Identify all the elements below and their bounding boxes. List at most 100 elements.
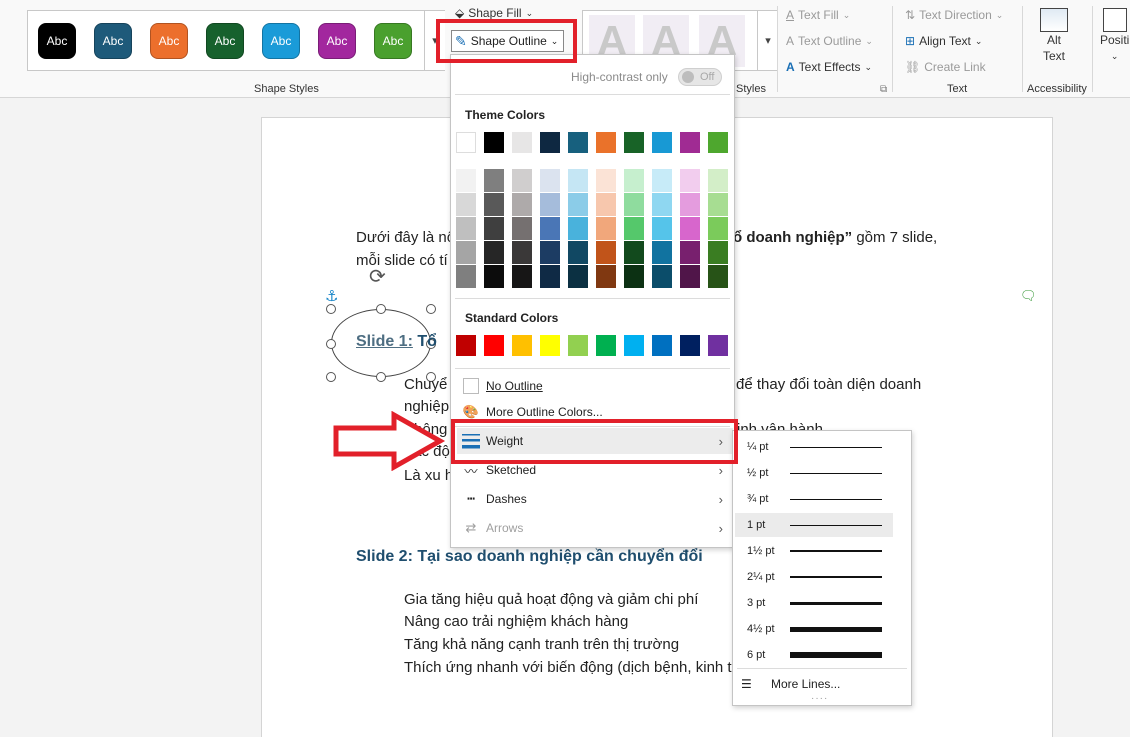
theme-color-swatch[interactable]	[484, 132, 504, 153]
theme-color-swatch[interactable]	[456, 132, 476, 153]
theme-shade-swatch[interactable]	[680, 169, 700, 192]
theme-shade-swatch[interactable]	[596, 265, 616, 288]
theme-shade-swatch[interactable]	[624, 241, 644, 264]
theme-shade-swatch[interactable]	[680, 241, 700, 264]
shape-style-green[interactable]: Abc	[206, 23, 244, 59]
theme-shade-swatch[interactable]	[568, 241, 588, 264]
theme-shade-swatch[interactable]	[512, 217, 532, 240]
theme-shade-swatch[interactable]	[568, 217, 588, 240]
theme-shade-swatch[interactable]	[484, 241, 504, 264]
theme-shade-swatch[interactable]	[456, 169, 476, 192]
theme-shade-swatch[interactable]	[624, 217, 644, 240]
theme-color-swatch[interactable]	[708, 132, 728, 153]
theme-shade-swatch[interactable]	[624, 193, 644, 216]
theme-shade-swatch[interactable]	[652, 193, 672, 216]
shape-fill-button[interactable]: ⬙ Shape Fill ⌄	[455, 6, 533, 20]
weight-option[interactable]: 2¼ pt	[735, 565, 893, 589]
shape-style-lime[interactable]: Abc	[374, 23, 412, 59]
standard-color-swatch[interactable]	[512, 335, 532, 356]
theme-shade-swatch[interactable]	[652, 265, 672, 288]
standard-color-swatch[interactable]	[484, 335, 504, 356]
standard-color-swatch[interactable]	[456, 335, 476, 356]
text-direction-button[interactable]: ⇅ Text Direction ⌄	[905, 8, 1003, 22]
theme-shade-swatch[interactable]	[680, 217, 700, 240]
position-button[interactable]: Positi ⌄	[1100, 8, 1129, 64]
theme-shade-swatch[interactable]	[540, 169, 560, 192]
theme-shade-swatch[interactable]	[540, 241, 560, 264]
resize-handle[interactable]	[426, 304, 436, 314]
theme-color-swatch[interactable]	[652, 132, 672, 153]
shape-style-blue[interactable]: Abc	[94, 23, 132, 59]
theme-shade-swatch[interactable]	[596, 193, 616, 216]
theme-shade-swatch[interactable]	[708, 193, 728, 216]
theme-shade-swatch[interactable]	[596, 241, 616, 264]
standard-color-swatch[interactable]	[624, 335, 644, 356]
theme-shade-swatch[interactable]	[484, 217, 504, 240]
align-text-button[interactable]: ⊞ Align Text ⌄	[905, 34, 982, 48]
resize-handle[interactable]	[376, 372, 386, 382]
theme-shade-swatch[interactable]	[624, 265, 644, 288]
weight-option[interactable]: ¼ pt	[735, 435, 893, 459]
weight-option[interactable]: 1½ pt	[735, 539, 893, 563]
resize-handle[interactable]	[326, 339, 336, 349]
theme-shade-swatch[interactable]	[512, 193, 532, 216]
theme-shade-swatch[interactable]	[568, 265, 588, 288]
text-effects-button[interactable]: A Text Effects ⌄	[786, 60, 872, 74]
comment-icon[interactable]: 🗨	[1020, 288, 1037, 304]
theme-color-swatch[interactable]	[596, 132, 616, 153]
theme-shade-swatch[interactable]	[708, 241, 728, 264]
theme-shade-swatch[interactable]	[512, 241, 532, 264]
theme-shade-swatch[interactable]	[596, 169, 616, 192]
high-contrast-toggle[interactable]: Off	[678, 68, 722, 86]
shape-style-light-blue[interactable]: Abc	[262, 23, 300, 59]
theme-shade-swatch[interactable]	[680, 193, 700, 216]
theme-shade-swatch[interactable]	[484, 193, 504, 216]
theme-shade-swatch[interactable]	[568, 193, 588, 216]
weight-option[interactable]: ½ pt	[735, 461, 893, 485]
theme-shade-swatch[interactable]	[708, 169, 728, 192]
theme-shade-swatch[interactable]	[456, 193, 476, 216]
theme-shade-swatch[interactable]	[540, 193, 560, 216]
shape-style-orange[interactable]: Abc	[150, 23, 188, 59]
dialog-launcher-icon[interactable]: ⧉	[880, 84, 887, 95]
more-lines-item[interactable]: ☰ More Lines...	[741, 674, 909, 694]
no-outline-item[interactable]: No Outline	[457, 373, 733, 399]
rotate-handle-icon[interactable]: ⟳	[369, 264, 386, 289]
standard-color-swatch[interactable]	[652, 335, 672, 356]
theme-shade-swatch[interactable]	[484, 169, 504, 192]
resize-handle[interactable]	[376, 304, 386, 314]
theme-shade-swatch[interactable]	[512, 169, 532, 192]
standard-color-swatch[interactable]	[708, 335, 728, 356]
theme-shade-swatch[interactable]	[708, 265, 728, 288]
resize-handle[interactable]	[326, 372, 336, 382]
theme-shade-swatch[interactable]	[484, 265, 504, 288]
theme-shade-swatch[interactable]	[652, 217, 672, 240]
dashes-menu-item[interactable]: ┅ Dashes ›	[457, 486, 733, 512]
wordart-gallery-more[interactable]: ▾	[757, 11, 778, 70]
resize-handle[interactable]	[326, 304, 336, 314]
weight-option[interactable]: 3 pt	[735, 591, 893, 615]
theme-color-swatch[interactable]	[512, 132, 532, 153]
standard-color-swatch[interactable]	[540, 335, 560, 356]
text-outline-button[interactable]: A Text Outline ⌄	[786, 34, 873, 48]
resize-grip-icon[interactable]: ····	[811, 693, 828, 704]
theme-shade-swatch[interactable]	[568, 169, 588, 192]
theme-shade-swatch[interactable]	[456, 241, 476, 264]
theme-color-swatch[interactable]	[540, 132, 560, 153]
theme-shade-swatch[interactable]	[456, 217, 476, 240]
weight-option[interactable]: ¾ pt	[735, 487, 893, 511]
theme-shade-swatch[interactable]	[680, 265, 700, 288]
weight-option[interactable]: 4½ pt	[735, 617, 893, 641]
theme-shade-swatch[interactable]	[596, 217, 616, 240]
theme-shade-swatch[interactable]	[652, 169, 672, 192]
standard-color-swatch[interactable]	[680, 335, 700, 356]
theme-color-swatch[interactable]	[680, 132, 700, 153]
theme-shade-swatch[interactable]	[624, 169, 644, 192]
theme-shade-swatch[interactable]	[708, 217, 728, 240]
theme-shade-swatch[interactable]	[540, 265, 560, 288]
theme-shade-swatch[interactable]	[456, 265, 476, 288]
standard-color-swatch[interactable]	[596, 335, 616, 356]
standard-color-swatch[interactable]	[568, 335, 588, 356]
shape-style-purple[interactable]: Abc	[318, 23, 356, 59]
theme-color-swatch[interactable]	[568, 132, 588, 153]
